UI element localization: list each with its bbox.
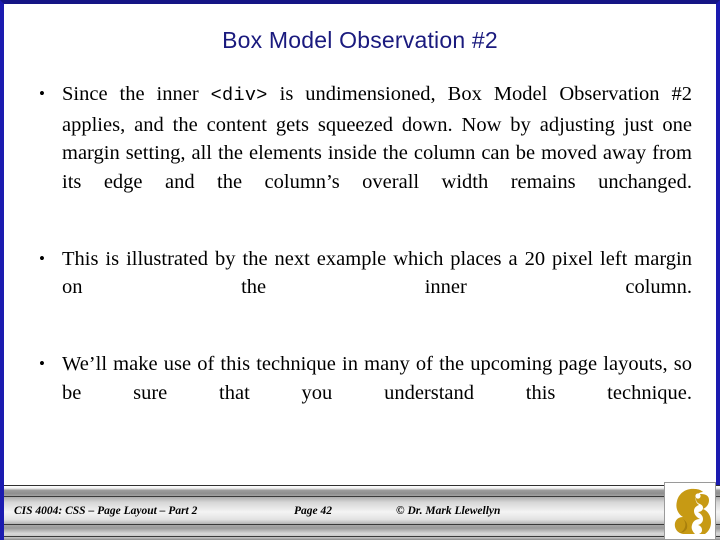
list-item: • We’ll make use of this technique in ma…: [28, 350, 692, 436]
bullet-list: • Since the inner <div> is undimensioned…: [28, 80, 692, 436]
bullet-paragraph: Since the inner <div> is undimensioned, …: [62, 80, 692, 225]
page-title: Box Model Observation #2: [222, 27, 498, 53]
pegasus-logo-icon: [664, 482, 716, 540]
bullet-text-lead: Since the inner: [62, 83, 211, 105]
bullet-icon: •: [39, 248, 45, 268]
list-item: • This is illustrated by the next exampl…: [28, 245, 692, 331]
bullet-paragraph: We’ll make use of this technique in many…: [62, 353, 692, 404]
footer-copyright: © Dr. Mark Llewellyn: [396, 505, 501, 517]
slide-footer: CIS 4004: CSS – Page Layout – Part 2 Pag…: [4, 482, 720, 540]
inline-code-div: <div>: [210, 85, 268, 106]
footer-page-number: Page 42: [294, 505, 333, 517]
footer-divider-top: [4, 496, 720, 497]
footer-text-row: CIS 4004: CSS – Page Layout – Part 2 Pag…: [4, 498, 720, 524]
slide-title-area: Box Model Observation #2: [4, 26, 716, 54]
bullet-icon: •: [39, 84, 45, 103]
footer-course-label: CIS 4004: CSS – Page Layout – Part 2: [14, 505, 198, 517]
bullet-icon: •: [39, 354, 45, 373]
list-item: • Since the inner <div> is undimensioned…: [28, 80, 692, 225]
bullet-paragraph: This is illustrated by the next example …: [62, 247, 692, 299]
footer-divider-bottom: [4, 536, 720, 537]
footer-divider-middle: [4, 524, 720, 525]
slide-body: • Since the inner <div> is undimensioned…: [28, 80, 692, 436]
slide-canvas: Box Model Observation #2 • Since the inn…: [0, 0, 720, 540]
